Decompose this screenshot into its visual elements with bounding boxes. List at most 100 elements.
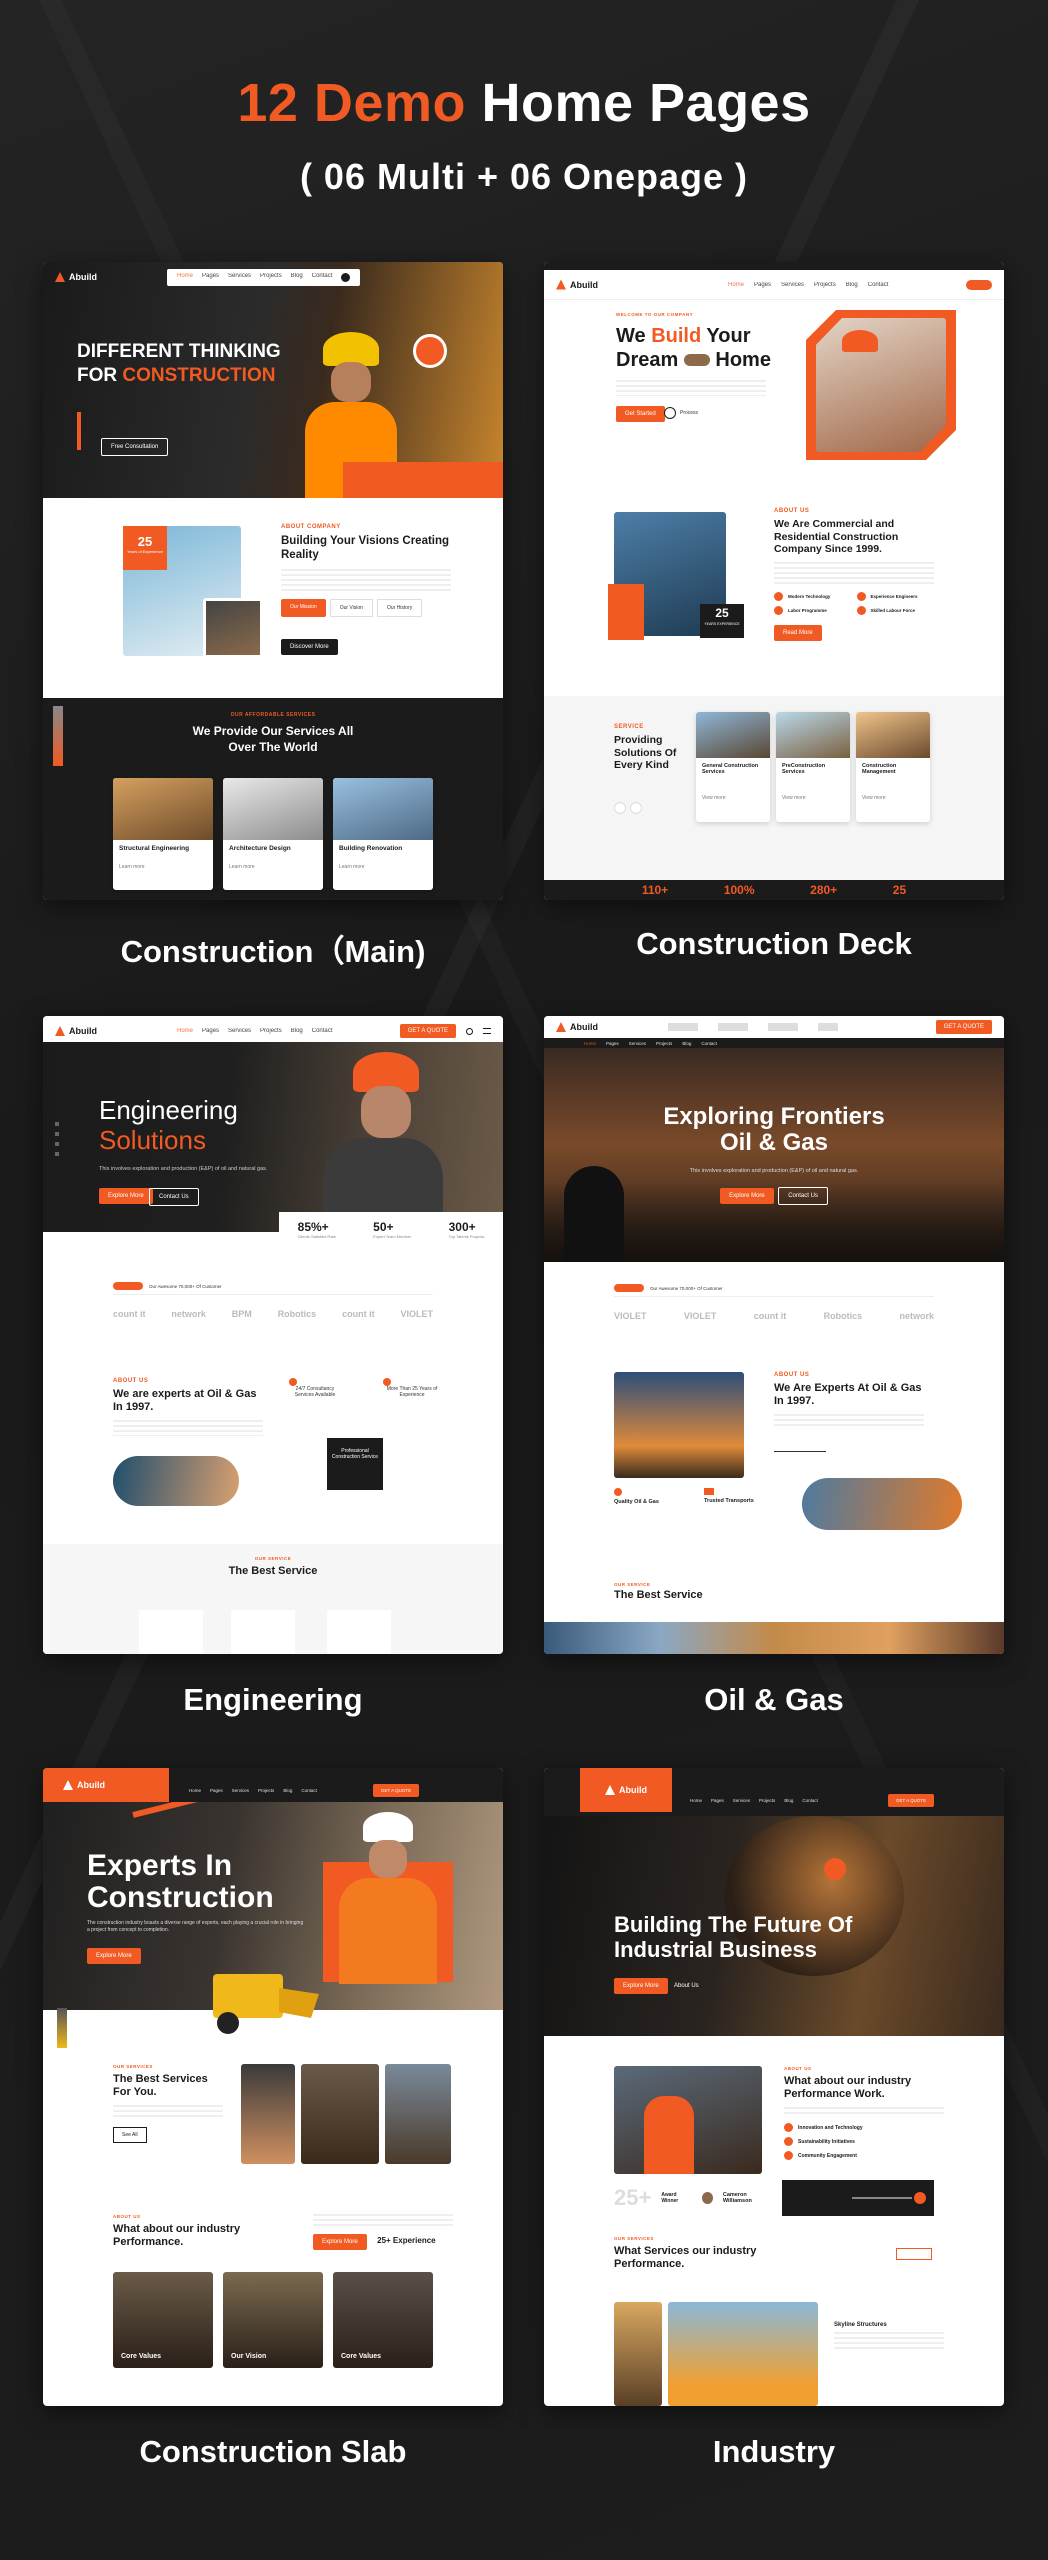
hero-button[interactable]: Explore More: [87, 1948, 141, 1964]
service-card-1[interactable]: Structural Engineering Learn more: [113, 778, 213, 890]
service-card-1[interactable]: General Construction Services View more: [696, 712, 770, 822]
quote-button[interactable]: GET A QUOTE: [888, 1794, 935, 1807]
nav-home[interactable]: Home: [177, 1028, 193, 1034]
play-button[interactable]: [824, 1858, 846, 1880]
nav-pages[interactable]: Pages: [202, 1028, 219, 1034]
see-all-button[interactable]: See All: [113, 2127, 147, 2144]
logo[interactable]: Abuild: [63, 1780, 105, 1790]
service-card-2[interactable]: PreConstruction Services View more: [776, 712, 850, 822]
value-card-3[interactable]: Core Values: [333, 2272, 433, 2368]
service-card-3[interactable]: Construction Management View more: [856, 712, 930, 822]
video-progress[interactable]: [852, 2197, 913, 2199]
service-card-3[interactable]: Building Renovation Learn more: [333, 778, 433, 890]
play-icon[interactable]: [664, 407, 676, 419]
nav-home[interactable]: Home: [584, 1041, 596, 1046]
nav-services[interactable]: Services: [781, 282, 804, 288]
nav-home[interactable]: Home: [177, 273, 193, 282]
nav-projects[interactable]: Projects: [759, 1798, 775, 1803]
demo-construction-deck-preview[interactable]: Abuild Home Pages Services Projects Blog…: [544, 262, 1004, 900]
tab-mission[interactable]: Our Mission: [281, 598, 326, 617]
demo-construction-main-preview[interactable]: Abuild Home Pages Services Projects Blog…: [43, 262, 503, 900]
nav-contact[interactable]: Contact: [301, 1788, 317, 1793]
nav-projects[interactable]: Projects: [258, 1788, 274, 1793]
nav-blog[interactable]: Blog: [291, 1028, 303, 1034]
about-photo-refinery: [614, 1372, 744, 1478]
nav-pages[interactable]: Pages: [202, 273, 219, 282]
hero-button-explore[interactable]: Explore More: [614, 1978, 668, 1994]
value-card-2[interactable]: Our Vision: [223, 2272, 323, 2368]
service-card-2[interactable]: [231, 1610, 295, 1654]
nav-pages[interactable]: Pages: [754, 282, 771, 288]
logo[interactable]: Abuild: [55, 272, 97, 282]
nav-projects[interactable]: Projects: [260, 1028, 282, 1034]
demo-oil-gas-preview[interactable]: Abuild GET A QUOTE Home Pages Services P…: [544, 1016, 1004, 1654]
explore-button[interactable]: Explore More: [313, 2234, 367, 2250]
nav-blog[interactable]: Blog: [682, 1041, 691, 1046]
hero-button[interactable]: Get Started: [616, 406, 665, 422]
nav-contact[interactable]: Contact: [701, 1041, 717, 1046]
quote-button[interactable]: GET A QUOTE: [373, 1784, 420, 1797]
nav-projects[interactable]: Projects: [814, 282, 836, 288]
nav-projects[interactable]: Projects: [260, 273, 282, 282]
arrow-right-icon[interactable]: [630, 801, 642, 814]
nav-blog[interactable]: Blog: [846, 282, 858, 288]
logo[interactable]: Abuild: [55, 1026, 97, 1036]
hero-button-explore[interactable]: Explore More: [99, 1188, 153, 1204]
discover-button[interactable]: Discover More: [281, 638, 338, 655]
hero-button[interactable]: Free Consultation: [101, 438, 169, 456]
nav-blog[interactable]: Blog: [784, 1798, 793, 1803]
hero-button-explore[interactable]: Explore More: [720, 1188, 774, 1204]
nav-home[interactable]: Home: [728, 282, 744, 288]
service-card-1[interactable]: [139, 1610, 203, 1654]
logo[interactable]: Abuild: [556, 1022, 598, 1032]
demo-engineering-preview[interactable]: Abuild Home Pages Services Projects Blog…: [43, 1016, 503, 1654]
services-button[interactable]: [896, 2248, 932, 2260]
feature-item: Labor Programme: [774, 605, 852, 615]
demo-construction-slab-preview[interactable]: Abuild Home Pages Services Projects Blog…: [43, 1768, 503, 2406]
logo[interactable]: Abuild: [605, 1785, 647, 1795]
nav-blog[interactable]: Blog: [283, 1788, 292, 1793]
nav-pages[interactable]: Pages: [711, 1798, 724, 1803]
service-card-2[interactable]: Architecture Design Learn more: [223, 778, 323, 890]
nav-contact[interactable]: Contact: [868, 282, 889, 288]
nav-services[interactable]: Services: [733, 1798, 750, 1803]
nav-pages[interactable]: Pages: [606, 1041, 619, 1046]
view-more-link[interactable]: View more: [776, 795, 850, 802]
nav-services[interactable]: Services: [629, 1041, 646, 1046]
hero-button-about[interactable]: About Us: [668, 1979, 705, 1993]
quote-button[interactable]: GET A QUOTE: [935, 1020, 992, 1034]
service-link[interactable]: Learn more: [113, 864, 213, 871]
demo-industry-preview[interactable]: Abuild Home Pages Services Projects Blog…: [544, 1768, 1004, 2406]
quote-button[interactable]: GET A QUOTE: [399, 1024, 456, 1038]
nav-contact[interactable]: Contact: [312, 1028, 333, 1034]
nav-projects[interactable]: Projects: [656, 1041, 672, 1046]
view-more-link[interactable]: View more: [696, 795, 770, 802]
play-icon[interactable]: [914, 2192, 927, 2204]
search-icon[interactable]: [466, 1027, 473, 1035]
nav-services[interactable]: Services: [228, 1028, 251, 1034]
tab-vision[interactable]: Our Vision: [329, 598, 373, 617]
read-more-button[interactable]: Read More: [774, 624, 822, 641]
nav-pages[interactable]: Pages: [210, 1788, 223, 1793]
nav-contact[interactable]: Contact: [312, 273, 333, 282]
menu-icon[interactable]: [483, 1028, 491, 1034]
tab-history[interactable]: Our History: [376, 598, 423, 617]
nav-services[interactable]: Services: [228, 273, 251, 282]
hero-button-contact[interactable]: Contact Us: [149, 1188, 199, 1206]
hero-button-contact[interactable]: Contact Us: [778, 1187, 828, 1205]
arrow-left-icon[interactable]: [614, 801, 626, 814]
service-card-3[interactable]: [327, 1610, 391, 1654]
nav-contact[interactable]: Contact: [802, 1798, 818, 1803]
video-strip[interactable]: [782, 2180, 934, 2216]
nav-blog[interactable]: Blog: [291, 273, 303, 282]
logo[interactable]: Abuild: [556, 279, 598, 290]
service-card[interactable]: Skyline Structures: [834, 2322, 944, 2406]
service-link[interactable]: Learn more: [223, 864, 323, 871]
service-link[interactable]: Learn more: [333, 864, 433, 871]
view-more-link[interactable]: View more: [856, 795, 930, 802]
nav-services[interactable]: Services: [232, 1788, 249, 1793]
value-card-1[interactable]: Core Values: [113, 2272, 213, 2368]
nav-home[interactable]: Home: [690, 1798, 702, 1803]
nav-home[interactable]: Home: [189, 1788, 201, 1793]
nav-cta-button[interactable]: [966, 279, 992, 290]
